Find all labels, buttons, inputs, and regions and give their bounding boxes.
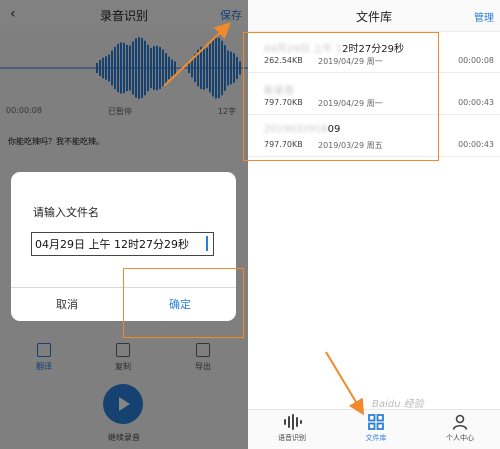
watermark: Baidu 经验 (372, 399, 424, 410)
file-duration: 00:00:43 (458, 140, 494, 149)
grid-icon (368, 414, 384, 430)
text-cursor (206, 236, 208, 251)
manage-button[interactable]: 管理 (474, 9, 494, 24)
recording-screen: ‹ 录音识别 保存 00:00:08 已暂停 12字 你能吃辣吗？我不能吃辣。 … (0, 0, 248, 449)
person-icon (452, 414, 468, 430)
tab-label: 语音识别 (278, 434, 306, 442)
tab-personal-center[interactable]: 个人中心 (430, 414, 490, 443)
tab-label: 个人中心 (446, 434, 474, 442)
filename-input[interactable] (31, 232, 214, 256)
file-duration: 00:00:43 (458, 98, 494, 107)
tab-speech-recognition[interactable]: 语音识别 (262, 414, 322, 443)
waveform-icon (284, 414, 302, 430)
confirm-highlight-box (123, 268, 244, 338)
tab-label: 文件库 (365, 434, 387, 442)
dialog-title: 请输入文件名 (33, 206, 99, 219)
tab-file-library[interactable]: 文件库 (346, 414, 406, 443)
library-title: 文件库 (355, 10, 392, 24)
library-header: 文件库 管理 (248, 0, 500, 32)
cancel-button[interactable]: 取消 (11, 288, 123, 321)
file-duration: 00:00:08 (458, 56, 494, 65)
file-list-highlight-box (243, 32, 439, 161)
bottom-tab-bar: 语音识别 文件库 个人中心 (248, 409, 500, 449)
